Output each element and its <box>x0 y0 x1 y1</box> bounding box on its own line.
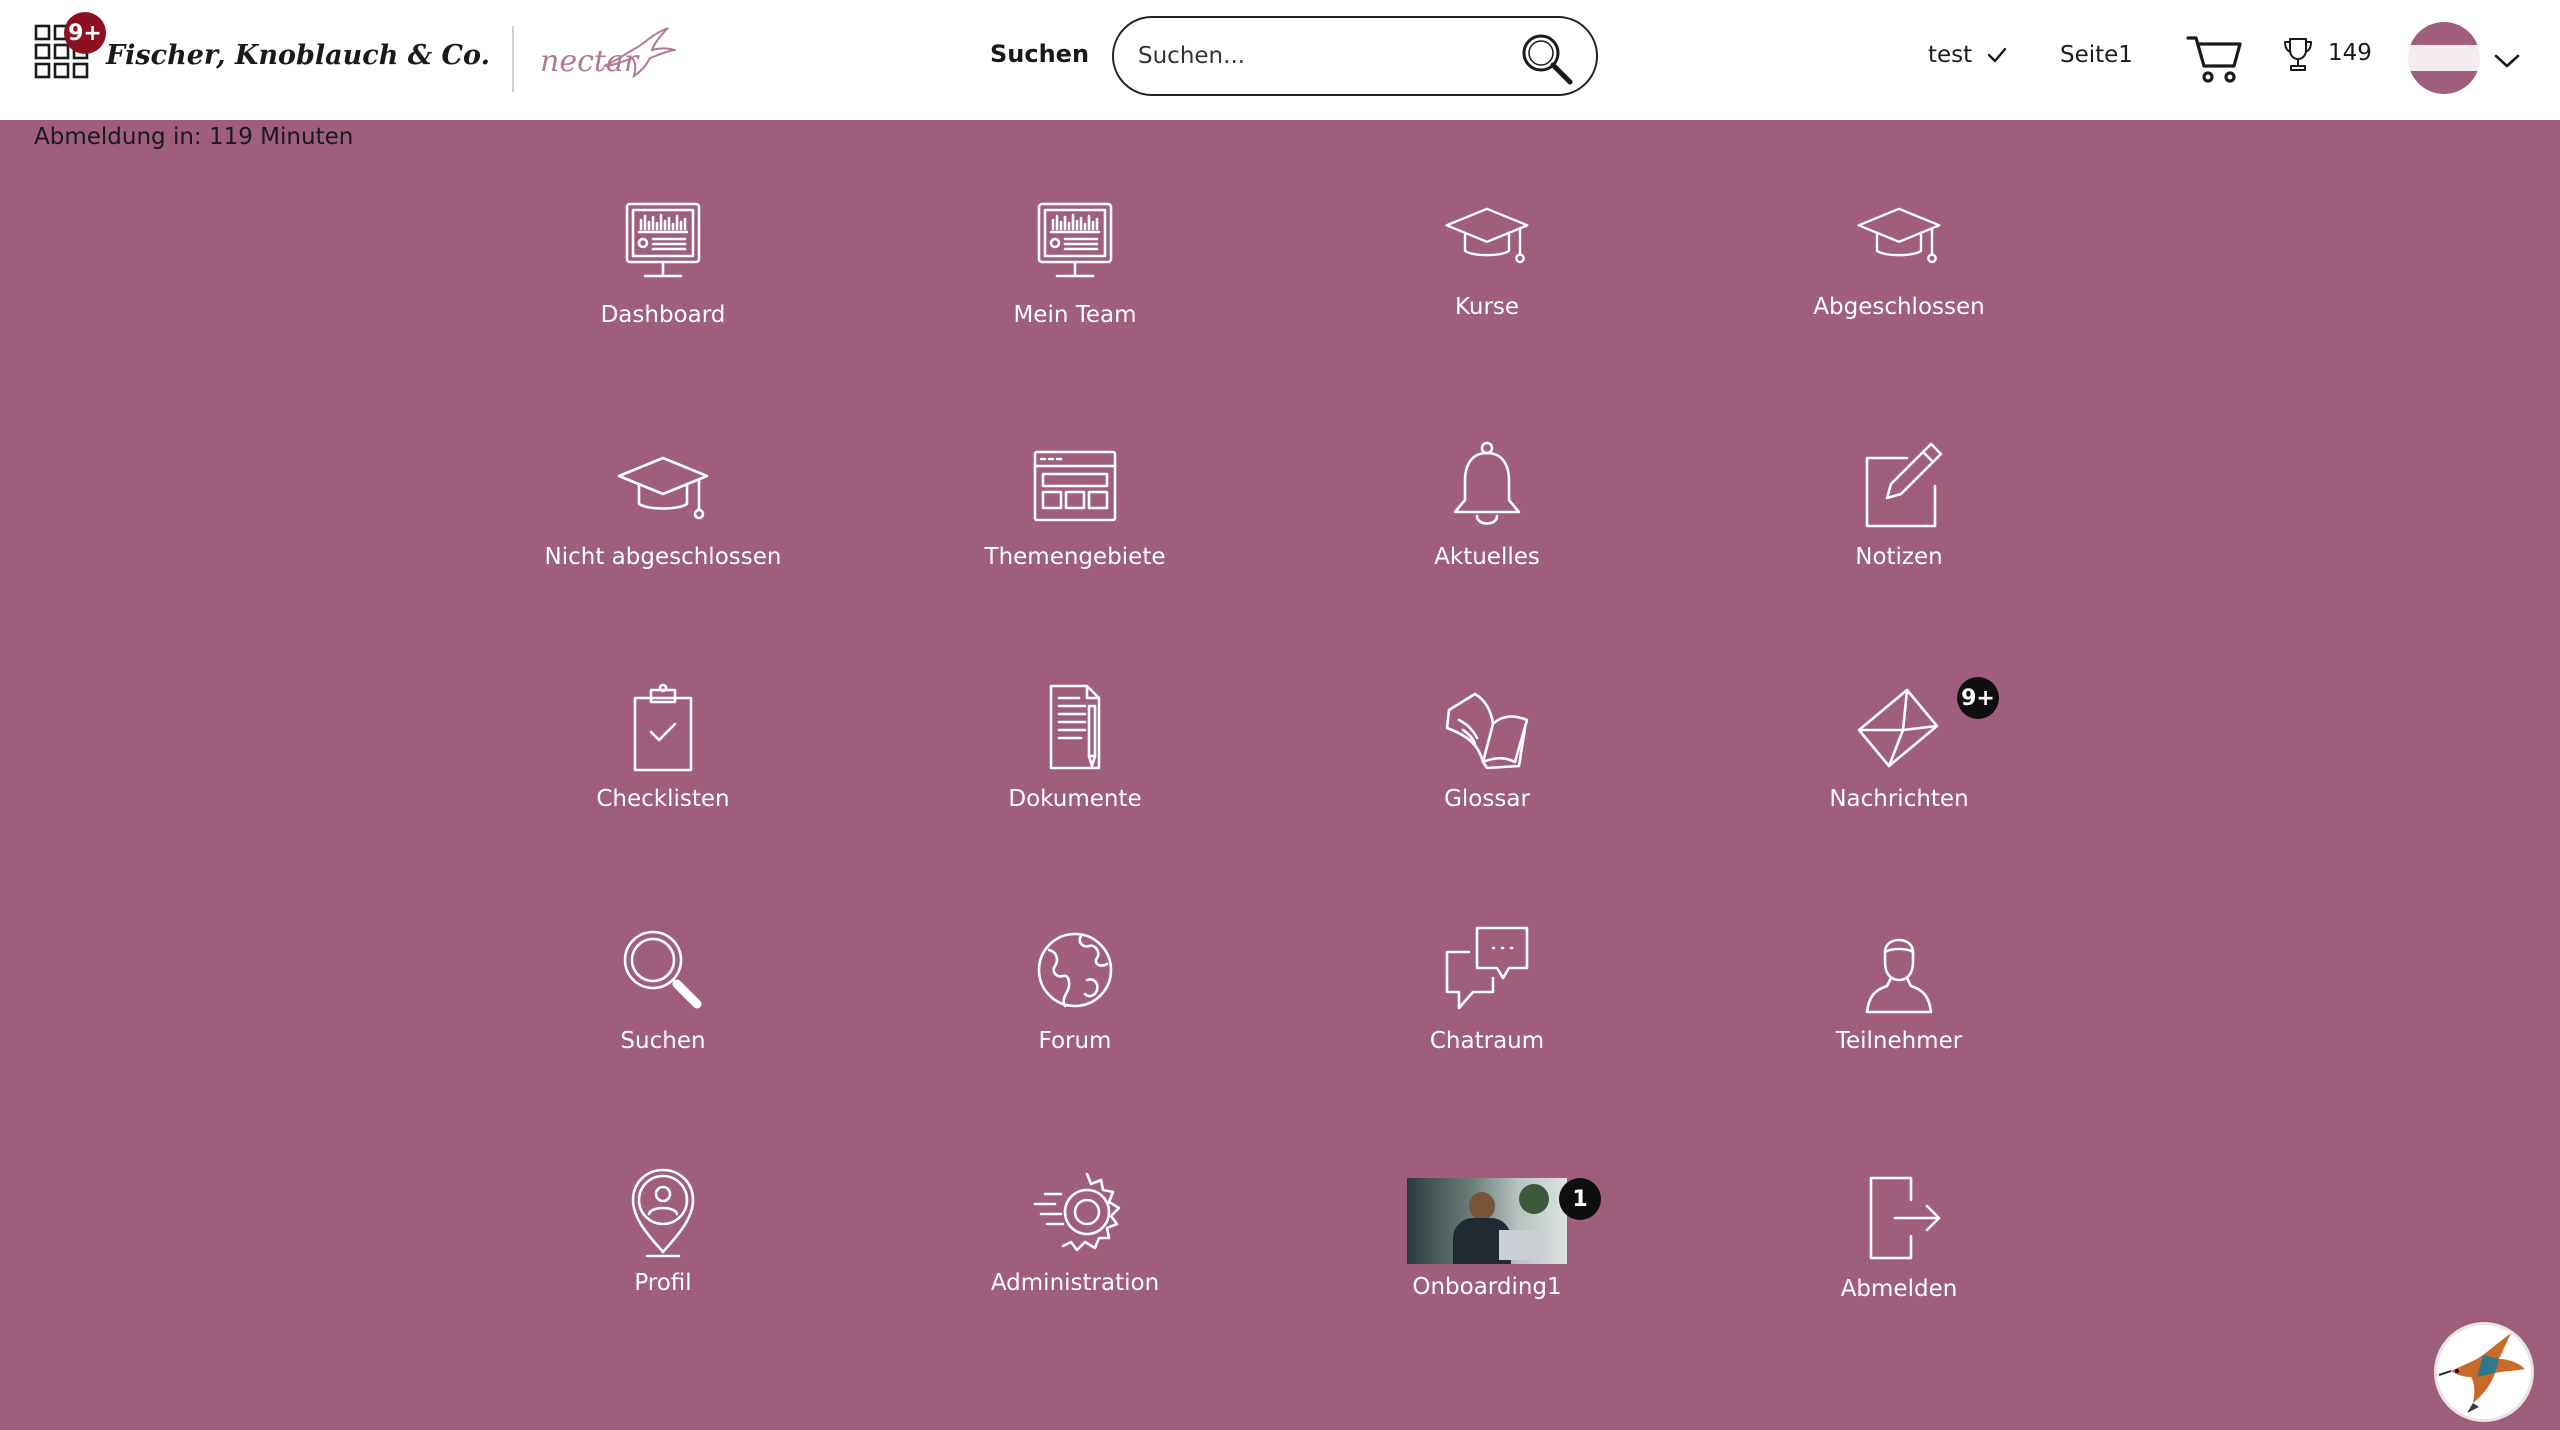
logout-icon <box>1869 1176 1941 1260</box>
tile-glossar[interactable]: Glossar <box>1337 680 1637 880</box>
tile-label: Nicht abgeschlossen <box>544 544 782 570</box>
edit-note-icon <box>1865 442 1943 528</box>
cart-button[interactable] <box>2186 32 2244 86</box>
graduation-cap-icon <box>1857 207 1941 264</box>
magnifier-icon <box>623 930 702 1009</box>
session-logout-timer: Abmeldung in: 119 Minuten <box>34 124 354 150</box>
browser-window-icon <box>1033 450 1117 522</box>
clipboard-check-icon <box>633 683 693 772</box>
user-selector[interactable]: test <box>1928 42 1972 68</box>
tile-label: Administration <box>990 1270 1160 1296</box>
tile-abgeschlossen[interactable]: Abgeschlossen <box>1749 196 2049 396</box>
tile-label: Profil <box>634 1270 692 1296</box>
graduation-cap-icon <box>1445 207 1529 264</box>
tile-label: Dokumente <box>1008 786 1142 812</box>
location-person-icon <box>631 1168 695 1258</box>
graduation-cap-icon <box>617 456 709 520</box>
tile-label: Teilnehmer <box>1835 1028 1963 1054</box>
hummingbird-logo-icon <box>603 27 676 78</box>
envelope-icon <box>1857 688 1939 768</box>
tile-nachrichten[interactable]: Nachrichten 9+ <box>1749 677 2049 880</box>
avatar[interactable] <box>2408 22 2480 94</box>
tile-label: Suchen <box>620 1028 706 1054</box>
search-input[interactable] <box>1138 36 1518 76</box>
globe-icon <box>1037 932 1113 1008</box>
bell-icon <box>1453 441 1521 525</box>
tile-dashboard[interactable]: Dashboard <box>513 196 813 396</box>
tile-administration[interactable]: Administration <box>925 1164 1225 1364</box>
assistant-button[interactable] <box>2434 1322 2534 1422</box>
person-icon <box>1865 938 1933 1014</box>
check-icon <box>1987 47 2007 63</box>
tile-label: Onboarding1 <box>1412 1274 1562 1300</box>
search-label: Suchen <box>990 40 1090 68</box>
document-pen-icon <box>1049 684 1101 770</box>
tile-suchen[interactable]: Suchen <box>513 922 813 1122</box>
trophy-icon <box>2284 38 2312 71</box>
points-counter: 149 <box>2328 40 2372 66</box>
tile-checklisten[interactable]: Checklisten <box>513 680 813 880</box>
monitor-chart-icon <box>625 202 701 278</box>
tile-nicht-abgeschlossen[interactable]: Nicht abgeschlossen <box>513 438 813 638</box>
tile-profil[interactable]: Profil <box>513 1164 813 1364</box>
chat-bubbles-icon <box>1445 926 1529 1010</box>
tile-themengebiete[interactable]: Themengebiete <box>925 438 1225 638</box>
tile-label: Checklisten <box>596 786 730 812</box>
tile-onboarding1[interactable]: Onboarding1 1 <box>1337 1178 1637 1378</box>
tile-label: Themengebiete <box>984 544 1166 570</box>
tile-forum[interactable]: Forum <box>925 922 1225 1122</box>
search-box <box>1112 16 1598 96</box>
apps-notification-badge: 9+ <box>64 12 106 54</box>
tile-notizen[interactable]: Notizen <box>1749 438 2049 638</box>
company-logo: Fischer, Knoblauch & Co. <box>106 40 490 71</box>
tile-kurse[interactable]: Kurse <box>1337 196 1637 396</box>
tile-teilnehmer[interactable]: Teilnehmer <box>1749 922 2049 1122</box>
tile-label: Abgeschlossen <box>1813 294 1985 320</box>
onboarding-count-badge: 1 <box>1559 1178 1601 1220</box>
tile-abmelden[interactable]: Abmelden <box>1749 1170 2049 1370</box>
tile-label: Kurse <box>1454 294 1520 320</box>
monitor-chart-icon <box>1037 202 1113 278</box>
search-icon <box>1522 34 1573 85</box>
tile-label: Glossar <box>1444 786 1530 812</box>
tile-label: Notizen <box>1855 544 1943 570</box>
message-count-badge: 9+ <box>1957 677 1999 719</box>
tile-chatraum[interactable]: Chatraum <box>1337 922 1637 1122</box>
onboarding-thumbnail <box>1407 1178 1567 1264</box>
tile-label: Chatraum <box>1429 1028 1545 1054</box>
tile-label: Nachrichten <box>1829 786 1969 812</box>
tile-label: Mein Team <box>1013 302 1137 328</box>
logo-divider <box>512 26 514 92</box>
tile-label: Forum <box>1038 1028 1112 1054</box>
chevron-down-icon[interactable] <box>2494 52 2520 70</box>
tile-aktuelles[interactable]: Aktuelles <box>1337 438 1637 638</box>
gear-icon <box>1033 1172 1121 1252</box>
tile-mein-team[interactable]: Mein Team <box>925 196 1225 396</box>
tile-dokumente[interactable]: Dokumente <box>925 680 1225 880</box>
tile-label: Dashboard <box>600 302 726 328</box>
top-header: 9+ Fischer, Knoblauch & Co. nectar Suche… <box>0 0 2560 120</box>
shopping-cart-icon <box>2186 36 2242 83</box>
search-submit-button[interactable] <box>1516 28 1576 88</box>
page-link[interactable]: Seite1 <box>2060 42 2133 68</box>
tile-label: Abmelden <box>1840 1276 1958 1302</box>
hummingbird-icon <box>2438 1333 2525 1413</box>
open-book-icon <box>1445 692 1529 770</box>
nectar-logo <box>536 26 676 86</box>
tile-label: Aktuelles <box>1434 544 1540 570</box>
